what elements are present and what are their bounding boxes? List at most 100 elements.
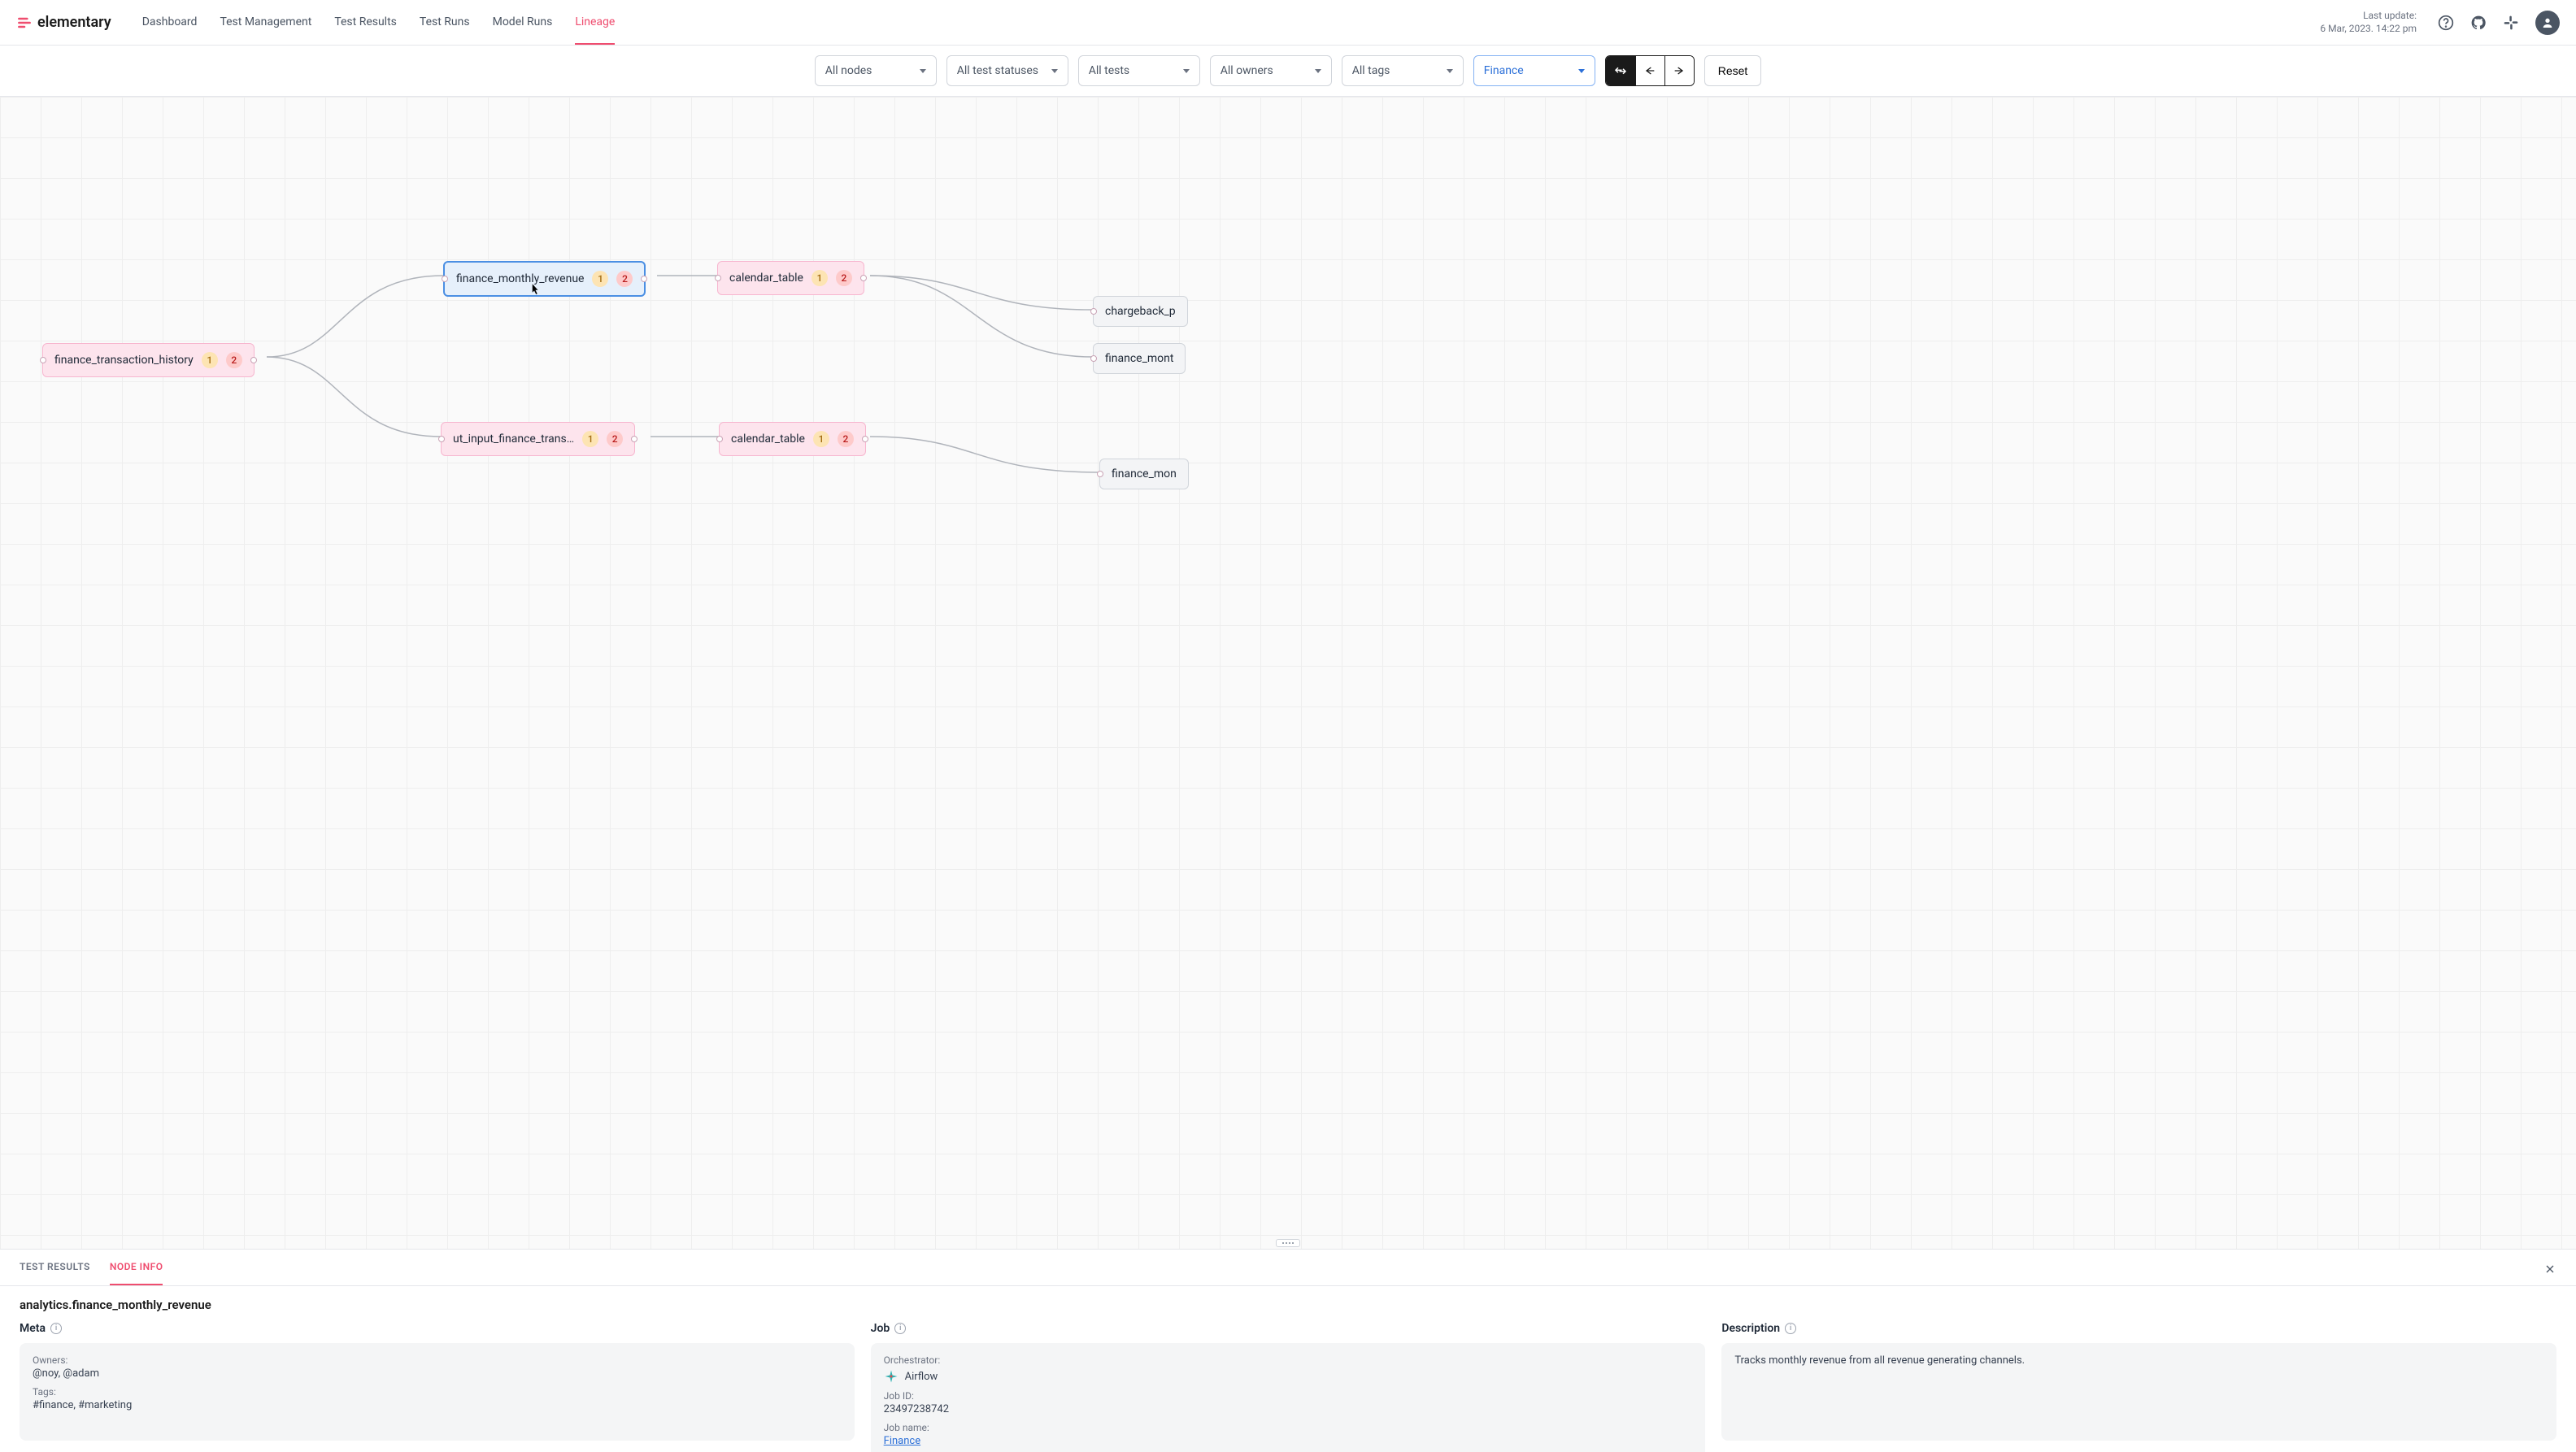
badge-warn: 1 [812, 270, 828, 286]
node-label: calendar_table [729, 272, 803, 285]
airflow-icon [884, 1369, 899, 1384]
orch-label: Orchestrator: [884, 1354, 1693, 1366]
slack-icon[interactable] [2498, 10, 2524, 36]
reset-button[interactable]: Reset [1704, 55, 1762, 86]
filter-owners-label: All owners [1221, 64, 1273, 77]
node-finance-transaction-history[interactable]: finance_transaction_history 1 2 [42, 343, 255, 377]
node-ut-input-finance-trans[interactable]: ut_input_finance_trans… 1 2 [441, 422, 635, 456]
edges [0, 97, 2576, 1249]
desc-value: Tracks monthly revenue from all revenue … [1734, 1354, 2543, 1367]
node-finance-mon[interactable]: finance_mon [1099, 459, 1189, 489]
port-icon [641, 276, 647, 282]
port-icon [1097, 471, 1103, 477]
jobname-label: Job name: [884, 1422, 1693, 1433]
panel-close-button[interactable] [2539, 1258, 2561, 1280]
direction-downstream-button[interactable] [1664, 56, 1694, 85]
badge-error: 2 [607, 431, 623, 447]
badge-warn: 1 [592, 271, 608, 287]
tags-value: #finance, #marketing [33, 1399, 842, 1411]
node-label: finance_mon [1112, 467, 1177, 480]
caret-down-icon [1578, 69, 1585, 73]
lineage-canvas[interactable]: finance_transaction_history 1 2 finance_… [0, 97, 2576, 1249]
node-finance-mont[interactable]: finance_mont [1093, 343, 1186, 374]
topbar: elementary Dashboard Test Management Tes… [0, 0, 2576, 46]
job-header: Job [871, 1322, 890, 1335]
badge-error: 2 [836, 270, 852, 286]
node-label: chargeback_p [1105, 305, 1176, 318]
filter-statuses[interactable]: All test statuses [946, 55, 1068, 86]
nav-lineage[interactable]: Lineage [575, 1, 615, 45]
filter-nodes-label: All nodes [825, 64, 872, 77]
caret-down-icon [1447, 69, 1453, 73]
port-icon [438, 436, 445, 442]
node-label: finance_mont [1105, 352, 1173, 365]
badge-warn: 1 [202, 352, 218, 368]
node-calendar-table-2[interactable]: calendar_table 1 2 [719, 422, 866, 456]
nav-test-runs[interactable]: Test Runs [420, 1, 470, 45]
info-icon[interactable]: i [894, 1323, 906, 1334]
job-box: Orchestrator: Airflow Job ID: 2349723874… [871, 1343, 1706, 1452]
owners-label: Owners: [33, 1354, 842, 1366]
orch-value: Airflow [905, 1371, 938, 1383]
node-full-name: analytics.finance_monthly_revenue [20, 1298, 2556, 1312]
jobid-label: Job ID: [884, 1390, 1693, 1402]
caret-down-icon [1315, 69, 1321, 73]
info-icon[interactable]: i [1785, 1323, 1796, 1334]
panel-body: analytics.finance_monthly_revenue Meta i… [0, 1286, 2576, 1452]
caret-down-icon [1183, 69, 1190, 73]
port-icon [715, 275, 721, 281]
filter-owners[interactable]: All owners [1210, 55, 1332, 86]
port-icon [862, 436, 868, 442]
direction-both-button[interactable] [1606, 56, 1635, 85]
node-label: finance_transaction_history [54, 354, 194, 367]
user-avatar[interactable] [2535, 11, 2560, 35]
node-finance-monthly-revenue[interactable]: finance_monthly_revenue 1 2 [443, 261, 646, 297]
port-icon [716, 436, 723, 442]
meta-header: Meta [20, 1322, 46, 1335]
tab-node-info[interactable]: NODE INFO [110, 1250, 163, 1285]
badge-warn: 1 [813, 431, 829, 447]
info-icon[interactable]: i [50, 1323, 62, 1334]
port-icon [631, 436, 637, 442]
nav-test-results[interactable]: Test Results [334, 1, 397, 45]
panel-tabs: TEST RESULTS NODE INFO [0, 1250, 2576, 1286]
brand-logo[interactable]: elementary [16, 14, 111, 31]
owners-value: @noy, @adam [33, 1367, 842, 1380]
badge-warn: 1 [582, 431, 598, 447]
filter-nodes[interactable]: All nodes [815, 55, 937, 86]
filter-tests[interactable]: All tests [1078, 55, 1200, 86]
tags-label: Tags: [33, 1386, 842, 1398]
bottom-panel: TEST RESULTS NODE INFO analytics.finance… [0, 1249, 2576, 1452]
desc-header: Description [1721, 1322, 1780, 1335]
help-icon[interactable] [2433, 10, 2459, 36]
desc-box: Tracks monthly revenue from all revenue … [1721, 1343, 2556, 1441]
col-job: Job i Orchestrator: Airflow Job ID: 2349… [871, 1322, 1706, 1452]
elementary-logo-icon [16, 15, 33, 31]
jobname-link[interactable]: Finance [884, 1435, 920, 1447]
filter-tags[interactable]: All tags [1342, 55, 1464, 86]
port-icon [40, 357, 46, 363]
tab-test-results[interactable]: TEST RESULTS [20, 1250, 90, 1285]
nav-dashboard[interactable]: Dashboard [142, 1, 198, 45]
node-calendar-table-1[interactable]: calendar_table 1 2 [717, 261, 864, 295]
filter-selected[interactable]: Finance [1473, 55, 1595, 86]
nav-test-management[interactable]: Test Management [220, 1, 311, 45]
caret-down-icon [920, 69, 926, 73]
brand-name: elementary [37, 14, 111, 31]
port-icon [860, 275, 867, 281]
badge-error: 2 [838, 431, 854, 447]
panel-resize-handle[interactable] [1276, 1239, 1300, 1247]
filter-bar: All nodes All test statuses All tests Al… [0, 46, 2576, 97]
github-icon[interactable] [2465, 10, 2491, 36]
badge-error: 2 [226, 352, 242, 368]
nav-model-runs[interactable]: Model Runs [493, 1, 553, 45]
direction-toggle [1605, 55, 1695, 86]
caret-down-icon [1051, 69, 1058, 73]
last-update-value: 6 Mar, 2023. 14:22 pm [2320, 23, 2417, 36]
node-label: ut_input_finance_trans… [453, 433, 574, 446]
main-nav: Dashboard Test Management Test Results T… [142, 1, 616, 45]
node-chargeback-p[interactable]: chargeback_p [1093, 296, 1188, 327]
port-icon [1090, 355, 1097, 362]
filter-selected-label: Finance [1484, 64, 1524, 77]
direction-upstream-button[interactable] [1635, 56, 1664, 85]
